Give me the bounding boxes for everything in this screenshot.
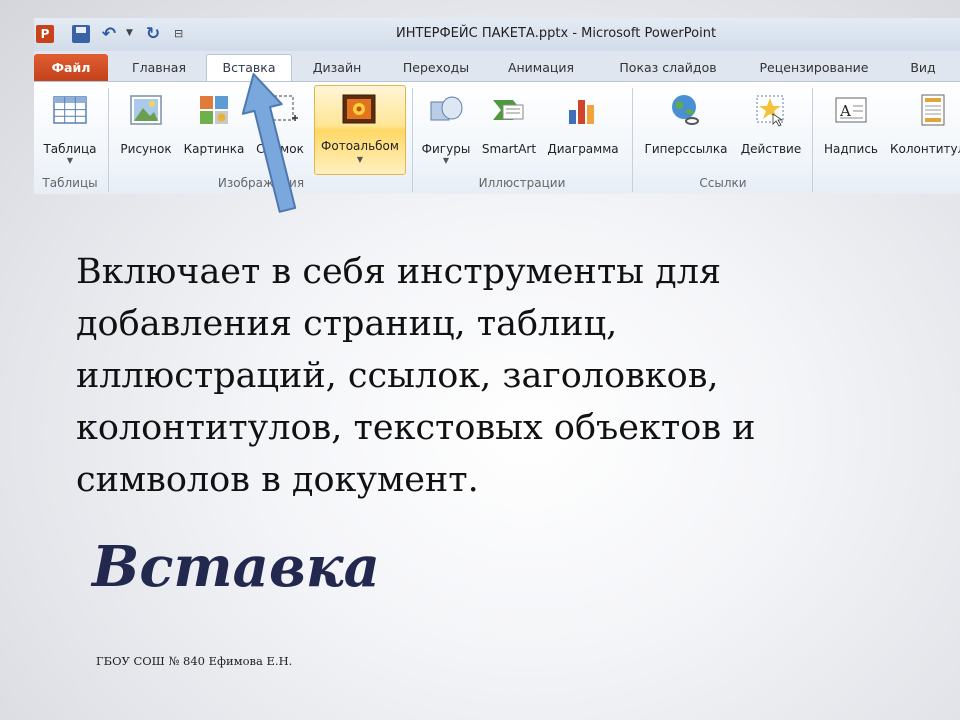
ribbon-screenshot: P ↶ ▼ ↻ ⊟ ИНТЕРФЕЙС ПАКЕТА.pptx - Micros… bbox=[34, 18, 960, 194]
tab-file[interactable]: Файл bbox=[34, 54, 108, 81]
picture-button[interactable]: Рисунок bbox=[114, 88, 178, 172]
photo-album-button[interactable]: Фотоальбом ▼ bbox=[314, 85, 406, 175]
chart-button[interactable]: Диаграмма bbox=[542, 88, 624, 172]
slide-body-text: Включает в себя инструменты для добавлен… bbox=[76, 246, 836, 506]
undo-icon[interactable]: ↶ bbox=[100, 25, 118, 43]
smartart-button-label: SmartArt bbox=[481, 142, 537, 156]
group-label-images: Изображения bbox=[217, 176, 305, 190]
group-separator bbox=[632, 88, 633, 192]
group-label-tables: Таблицы bbox=[42, 176, 98, 190]
picture-icon bbox=[130, 95, 162, 125]
tab-view[interactable]: Вид bbox=[898, 57, 948, 81]
tab-insert[interactable]: Вставка bbox=[206, 54, 292, 82]
header-footer-icon bbox=[921, 94, 945, 126]
shapes-button[interactable]: Фигуры ▼ bbox=[416, 88, 476, 172]
screenshot-button[interactable]: Снимок bbox=[250, 88, 310, 172]
tab-slideshow[interactable]: Показ слайдов bbox=[606, 57, 730, 81]
smartart-icon bbox=[493, 100, 524, 120]
textbox-icon: A bbox=[835, 97, 867, 123]
table-button-label: Таблица bbox=[43, 142, 97, 156]
powerpoint-app-icon[interactable]: P bbox=[36, 25, 54, 43]
screenshot-icon bbox=[268, 95, 298, 121]
redo-icon[interactable]: ↻ bbox=[144, 25, 162, 43]
tab-animation[interactable]: Анимация bbox=[496, 57, 586, 81]
undo-dropdown-icon[interactable]: ▼ bbox=[126, 28, 133, 38]
title-bar: P ↶ ▼ ↻ ⊟ ИНТЕРФЕЙС ПАКЕТА.pptx - Micros… bbox=[34, 18, 960, 51]
group-separator bbox=[412, 88, 413, 192]
tab-review[interactable]: Рецензирование bbox=[746, 57, 882, 81]
body-line: иллюстраций, ссылок, заголовков, bbox=[76, 356, 719, 396]
shapes-button-label: Фигуры bbox=[421, 142, 471, 156]
clipart-icon bbox=[200, 96, 228, 124]
action-button[interactable]: Действие bbox=[736, 88, 806, 172]
group-label-illustrations: Иллюстрации bbox=[478, 176, 566, 190]
textbox-button-label: Надпись bbox=[824, 142, 878, 156]
save-icon[interactable] bbox=[72, 25, 90, 43]
slide-footer: ГБОУ СОШ № 840 Ефимова Е.Н. bbox=[96, 654, 293, 668]
table-button[interactable]: Таблица ▼ bbox=[36, 88, 104, 172]
action-button-label: Действие bbox=[740, 142, 802, 156]
chart-icon bbox=[569, 100, 594, 124]
photo-album-button-label: Фотоальбом bbox=[321, 139, 399, 153]
body-line: символов в документ. bbox=[76, 460, 479, 500]
shapes-dropdown-icon: ▼ bbox=[442, 156, 450, 165]
body-line: Включает в себя инструменты для bbox=[76, 252, 722, 292]
header-footer-button-label: Колонтитулы bbox=[890, 142, 960, 156]
slide-title: Вставка bbox=[92, 534, 380, 600]
body-line: колонтитулов, текстовых объектов и bbox=[76, 408, 756, 448]
screenshot-button-label: Снимок bbox=[256, 142, 304, 156]
clipart-button-label: Картинка bbox=[183, 142, 245, 156]
tab-design[interactable]: Дизайн bbox=[300, 57, 374, 81]
picture-button-label: Рисунок bbox=[120, 142, 172, 156]
group-label-links: Ссылки bbox=[699, 176, 747, 190]
svg-text:A: A bbox=[839, 102, 851, 120]
chart-button-label: Диаграмма bbox=[547, 142, 619, 156]
photo-album-icon bbox=[342, 94, 376, 124]
textbox-button[interactable]: A Надпись bbox=[818, 88, 884, 172]
body-line: добавления страниц, таблиц, bbox=[76, 304, 618, 344]
smartart-button[interactable]: SmartArt bbox=[478, 88, 540, 172]
window-title: ИНТЕРФЕЙС ПАКЕТА.pptx - Microsoft PowerP… bbox=[396, 26, 717, 41]
clipart-button[interactable]: Картинка bbox=[180, 88, 248, 172]
table-dropdown-icon: ▼ bbox=[66, 156, 74, 165]
group-separator bbox=[812, 88, 813, 192]
header-footer-button[interactable]: Колонтитулы bbox=[886, 88, 960, 172]
shapes-icon bbox=[430, 96, 463, 121]
table-icon bbox=[53, 96, 87, 124]
ribbon-panel: Таблица ▼ Таблицы Рисунок Картинка Снимо… bbox=[34, 81, 960, 194]
action-star-icon bbox=[756, 95, 784, 127]
ribbon-tabs: Файл Главная Вставка Дизайн Переходы Ани… bbox=[34, 51, 960, 82]
tab-transitions[interactable]: Переходы bbox=[390, 57, 482, 81]
globe-link-icon bbox=[672, 95, 699, 125]
tab-home[interactable]: Главная bbox=[120, 57, 198, 81]
hyperlink-button-label: Гиперссылка bbox=[644, 142, 728, 156]
hyperlink-button[interactable]: Гиперссылка bbox=[638, 88, 734, 172]
photo-album-dropdown-icon: ▼ bbox=[356, 155, 364, 164]
group-separator bbox=[108, 88, 109, 192]
customize-quick-access-icon[interactable]: ⊟ bbox=[174, 25, 192, 43]
